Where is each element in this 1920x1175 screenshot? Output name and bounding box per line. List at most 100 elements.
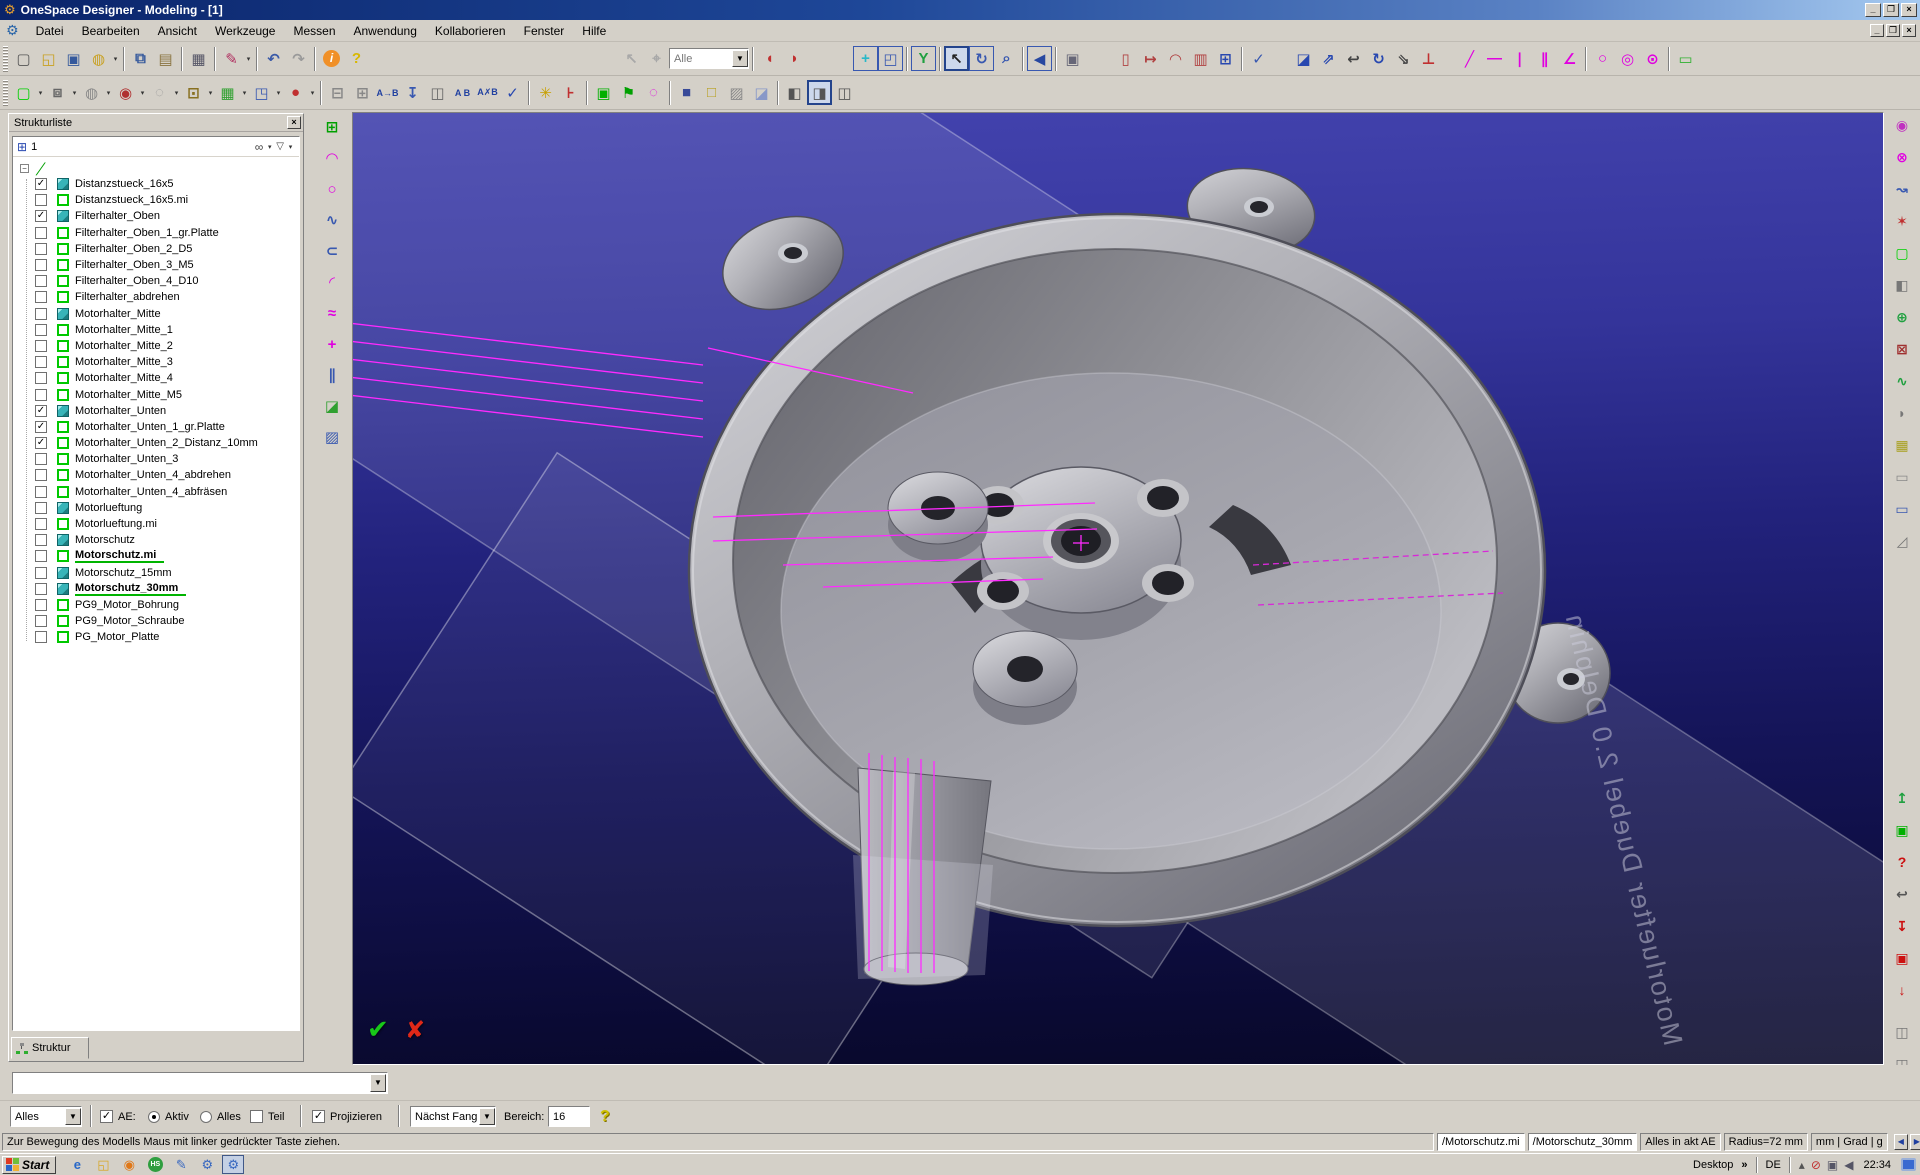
spline-3d-button[interactable]: ∿ bbox=[1889, 368, 1916, 394]
new-coordsys-button[interactable]: ✳ bbox=[533, 80, 558, 105]
no-connection-icon[interactable]: ⊘ bbox=[1811, 1158, 1821, 1172]
tree-item[interactable]: ✓ Distanzstueck_16x5 bbox=[17, 176, 299, 192]
volume-icon[interactable]: ◀ bbox=[1844, 1158, 1853, 1172]
dropdown-arrow-icon[interactable]: ▾ bbox=[111, 55, 120, 63]
turn-button-dropdown-icon[interactable]: ▾ bbox=[104, 89, 113, 97]
minimize-button[interactable]: _ bbox=[1865, 3, 1881, 17]
align-button[interactable]: ↧ bbox=[400, 80, 425, 105]
restore-button[interactable]: ❐ bbox=[1883, 3, 1899, 17]
tree-item-label[interactable]: Motorlueftung bbox=[75, 502, 142, 514]
tree-item[interactable]: PG9_Motor_Bohrung bbox=[17, 597, 299, 613]
mdi-restore-button[interactable]: ❐ bbox=[1886, 24, 1900, 37]
open-file-button[interactable]: ◱ bbox=[36, 46, 61, 71]
tree-item[interactable]: ✓ Motorhalter_Unten_1_gr.Platte bbox=[17, 419, 299, 435]
menu-ansicht[interactable]: Ansicht bbox=[149, 21, 206, 41]
circle-2pt-button[interactable]: ◎ bbox=[1615, 46, 1640, 71]
tree-item-checkbox[interactable] bbox=[35, 566, 47, 579]
transparent-view-button[interactable]: ◪ bbox=[749, 80, 774, 105]
bent-sheet-button[interactable]: ◿ bbox=[1889, 528, 1916, 554]
check-relations-button[interactable]: ✓ bbox=[500, 80, 525, 105]
sketch-circle-button[interactable]: ◌ bbox=[641, 80, 666, 105]
display-settings-icon[interactable]: ▣ bbox=[1827, 1158, 1838, 1172]
projizieren-checkbox[interactable]: ✓ bbox=[312, 1106, 325, 1127]
box-pull-button[interactable]: ⊠ bbox=[1889, 336, 1916, 362]
tree-item-checkbox[interactable] bbox=[35, 372, 47, 385]
tree-item-checkbox[interactable] bbox=[35, 339, 47, 352]
tree-item[interactable]: Motorhalter_Unten_3 bbox=[17, 451, 299, 467]
selection-filter-combo[interactable]: Alle ▼ bbox=[669, 48, 749, 69]
line-horizontal-button[interactable]: ― bbox=[1482, 46, 1507, 71]
zoom-window-button[interactable]: ◰ bbox=[878, 46, 903, 71]
extrude-step-button[interactable]: ◧ bbox=[1889, 272, 1916, 298]
tree-item-label[interactable]: Filterhalter_Oben bbox=[75, 210, 160, 222]
face-gray-button[interactable]: ▭ bbox=[1889, 464, 1916, 490]
tree-item-label[interactable]: Motorhalter_Mitte_2 bbox=[75, 340, 173, 352]
tree-item-checkbox[interactable] bbox=[35, 469, 47, 482]
binoculars-icon[interactable]: ∞ bbox=[255, 140, 264, 154]
print-button[interactable]: ▦ bbox=[186, 46, 211, 71]
mdi-minimize-button[interactable]: _ bbox=[1870, 24, 1884, 37]
tree-item[interactable]: ✓ Filterhalter_Oben bbox=[17, 208, 299, 224]
tree-item-label[interactable]: Motorschutz_30mm bbox=[75, 582, 187, 596]
tree-item-label[interactable]: Filterhalter_abdrehen bbox=[75, 291, 180, 303]
delete3d-button-dropdown-icon[interactable]: ▾ bbox=[308, 89, 317, 97]
help-button[interactable]: ? bbox=[344, 46, 369, 71]
show-desktop-icon[interactable] bbox=[1901, 1158, 1916, 1171]
tree-item-checkbox[interactable] bbox=[35, 485, 47, 498]
curve-tool-button[interactable]: ↝ bbox=[1889, 176, 1916, 202]
assembly-new-button[interactable]: ⊞ bbox=[350, 80, 375, 105]
workplane-view-button[interactable]: ▭ bbox=[1673, 46, 1698, 71]
tree-item-checkbox[interactable] bbox=[35, 598, 47, 611]
tree-item-checkbox[interactable] bbox=[35, 388, 47, 401]
onespace-gear-active-icon[interactable]: ⚙ bbox=[222, 1155, 245, 1174]
zoom-in-button[interactable]: ⌕ bbox=[994, 46, 1019, 71]
redo-button[interactable]: ↷ bbox=[286, 46, 311, 71]
box-stamp-button[interactable]: ↓ bbox=[1889, 977, 1916, 1003]
tree-item-label[interactable]: PG9_Motor_Bohrung bbox=[75, 599, 179, 611]
tree-item-checkbox[interactable] bbox=[35, 291, 47, 304]
tree-item-label[interactable]: Motorschutz.mi bbox=[75, 549, 165, 564]
measure-length-button[interactable]: ▯ bbox=[1113, 46, 1138, 71]
tree-item-checkbox[interactable] bbox=[35, 226, 47, 239]
tree-item-label[interactable]: Motorhalter_Unten_1_gr.Platte bbox=[75, 421, 225, 433]
face-blue-button[interactable]: ▭ bbox=[1889, 496, 1916, 522]
hs-icon[interactable]: HS bbox=[144, 1155, 166, 1174]
pattern-button-dropdown-icon[interactable]: ▾ bbox=[240, 89, 249, 97]
tree-item-label[interactable]: Motorhalter_Unten_3 bbox=[75, 453, 178, 465]
tree-item-checkbox[interactable] bbox=[35, 582, 47, 595]
highlight-add-button[interactable]: ◖ bbox=[757, 46, 782, 71]
alles-radio[interactable] bbox=[200, 1106, 212, 1127]
menu-kollaborieren[interactable]: Kollaborieren bbox=[426, 21, 515, 41]
measure-distance-button[interactable]: ↦ bbox=[1138, 46, 1163, 71]
pattern-button[interactable]: ▦ bbox=[215, 80, 240, 105]
status-scroll-right-icon[interactable]: ▶ bbox=[1909, 1134, 1920, 1150]
viewport[interactable]: Motorluefter Duebel 2.0 Delphin ✔ ✘ bbox=[352, 112, 1884, 1065]
surface-checker-button[interactable]: ▦ bbox=[1889, 432, 1916, 458]
hiddenline-view-button[interactable]: ▨ bbox=[724, 80, 749, 105]
firefox-icon[interactable]: ◉ bbox=[118, 1155, 140, 1174]
dropdown-arrow-icon[interactable]: ▾ bbox=[244, 55, 253, 63]
iso-view-button[interactable]: ◧ bbox=[782, 80, 807, 105]
cylinder-add-button[interactable]: ⊕ bbox=[1889, 304, 1916, 330]
unite-parts-button[interactable]: ◫ bbox=[425, 80, 450, 105]
tree-item-checkbox[interactable]: ✓ bbox=[35, 420, 47, 433]
part-lift-button[interactable]: ↥ bbox=[1889, 785, 1916, 811]
tree-item[interactable]: Motorhalter_Mitte bbox=[17, 306, 299, 322]
transform-axis-button[interactable]: ⊥ bbox=[1416, 46, 1441, 71]
project-3d-button[interactable]: ◪ bbox=[319, 393, 345, 419]
tree-item[interactable]: Motorhalter_Unten_4_abdrehen bbox=[17, 467, 299, 483]
tree-item[interactable]: Motorschutz bbox=[17, 532, 299, 548]
sketch-fillet-button[interactable]: ◜ bbox=[319, 269, 345, 295]
tree-item-label[interactable]: Motorhalter_Mitte bbox=[75, 308, 161, 320]
paste-button[interactable]: ▤ bbox=[153, 46, 178, 71]
sketch-point-button[interactable]: + bbox=[319, 331, 345, 357]
tree-item-label[interactable]: Motorschutz_15mm bbox=[75, 567, 172, 579]
alles-combobox-arrow-icon[interactable]: ▼ bbox=[65, 1108, 81, 1125]
blend-button[interactable]: ◌ bbox=[147, 80, 172, 105]
tree-item[interactable]: PG_Motor_Platte bbox=[17, 629, 299, 645]
box-hole-button[interactable]: ▣ bbox=[1889, 945, 1916, 971]
onespace-gear-icon[interactable]: ⚙ bbox=[196, 1155, 218, 1174]
turn-button[interactable]: ◍ bbox=[79, 80, 104, 105]
hatch-button[interactable]: ▨ bbox=[319, 424, 345, 450]
tree-item[interactable]: Motorhalter_Mitte_2 bbox=[17, 338, 299, 354]
